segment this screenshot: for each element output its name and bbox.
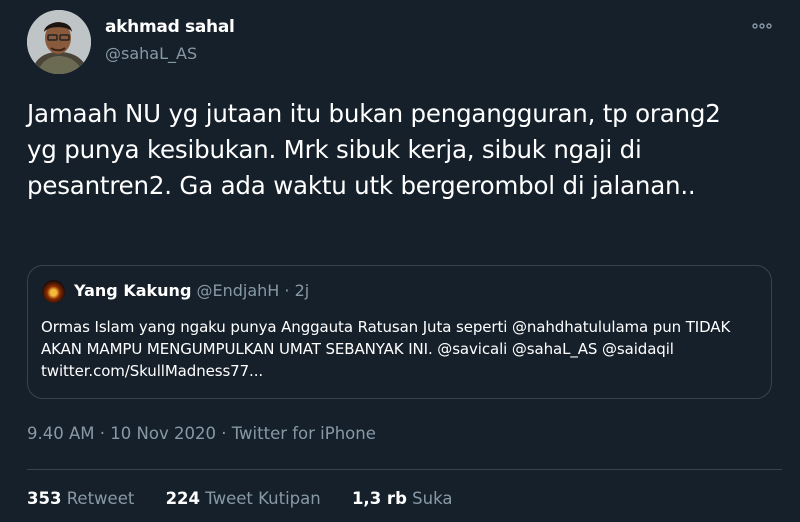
author-display-name[interactable]: akhmad sahal <box>105 17 235 37</box>
quote-label[interactable]: Tweet Kutipan <box>205 489 320 508</box>
quoted-author-handle[interactable]: @EndjahH <box>197 281 280 300</box>
quoted-author-avatar[interactable] <box>42 280 65 303</box>
more-options-icon[interactable] <box>750 14 774 38</box>
like-label[interactable]: Suka <box>412 489 452 508</box>
quoted-tweet-header: Yang Kakung @EndjahH · 2j <box>74 281 309 300</box>
meta-separator: · <box>99 424 111 443</box>
quoted-tweet-age[interactable]: 2j <box>295 281 310 300</box>
quoted-tweet-text: Ormas Islam yang ngaku punya Anggauta Ra… <box>41 318 731 380</box>
tweet-time[interactable]: 9.40 AM <box>27 424 95 443</box>
author-avatar[interactable] <box>27 10 91 74</box>
tweet-meta: 9.40 AM · 10 Nov 2020 · Twitter for iPho… <box>27 424 376 443</box>
quote-count[interactable]: 224 <box>166 489 200 508</box>
quoted-author-name[interactable]: Yang Kakung <box>74 281 191 300</box>
retweet-label[interactable]: Retweet <box>67 489 135 508</box>
tweet-date[interactable]: 10 Nov 2020 <box>110 424 216 443</box>
divider <box>27 469 782 470</box>
meta-separator-2: · <box>221 424 232 443</box>
author-handle[interactable]: @sahaL_AS <box>105 44 197 63</box>
tweet-text: Jamaah NU yg jutaan itu bukan penganggur… <box>27 99 721 200</box>
like-count[interactable]: 1,3 rb <box>352 489 407 508</box>
retweet-count[interactable]: 353 <box>27 489 61 508</box>
tweet-stats: 353 Retweet 224 Tweet Kutipan 1,3 rb Suk… <box>27 489 478 508</box>
quoted-tweet[interactable]: Yang Kakung @EndjahH · 2j Ormas Islam ya… <box>27 265 772 399</box>
quoted-separator: · <box>284 281 290 300</box>
avatar-photo <box>27 10 91 74</box>
tweet-source[interactable]: Twitter for iPhone <box>232 424 376 443</box>
